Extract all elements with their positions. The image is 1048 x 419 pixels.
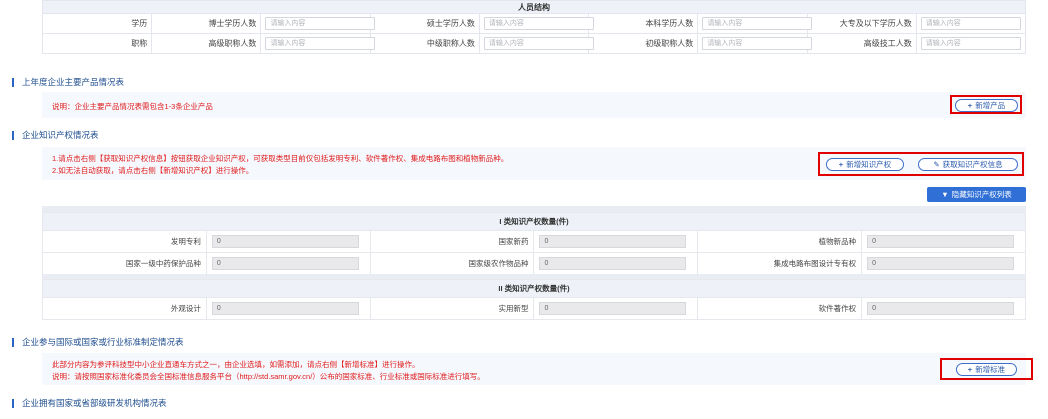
ip-note-line1: 1.请点击右侧【获取知识产权信息】按钮获取企业知识产权，可获取类型目前仅包括发明… xyxy=(52,154,509,163)
ip-class1-table: I 类知识产权数量(件) 发明专利 0 国家新药 0 植物新品种 0 国家一级中… xyxy=(42,212,1026,275)
ip-label-design: 外观设计 xyxy=(42,297,207,320)
personnel-structure-title: 人员结构 xyxy=(42,0,1026,14)
field-label-senior-tech: 高级技工人数 xyxy=(806,33,917,54)
plant-variety-value: 0 xyxy=(867,235,1015,248)
row-label-title: 职称 xyxy=(41,33,153,54)
junior-title-input[interactable]: 请输入内容 xyxy=(702,37,813,50)
highlight-box-add-product xyxy=(950,95,1022,114)
ip-label-plant-variety: 植物新品种 xyxy=(697,230,863,253)
standards-section-title: 企业参与国际或国家或行业标准制定情况表 xyxy=(22,337,184,347)
new-drug-value: 0 xyxy=(539,235,687,248)
software-copyright-value: 0 xyxy=(867,302,1015,315)
ip-label-utility-model: 实用新型 xyxy=(369,297,535,320)
standards-note-line2: 说明：请按照国家标准化委员会全国标准信息服务平台（http://std.samr… xyxy=(52,372,485,381)
phd-count-input[interactable]: 请输入内容 xyxy=(265,17,376,30)
field-label-bachelor: 本科学历人数 xyxy=(588,13,699,34)
highlight-box-ip-buttons xyxy=(818,152,1024,176)
senior-title-input[interactable]: 请输入内容 xyxy=(265,37,376,50)
hide-ip-list-button[interactable]: ▼ 隐藏知识产权列表 xyxy=(927,187,1026,202)
ip-label-crop-variety: 国家级农作物品种 xyxy=(369,252,535,275)
hide-ip-list-label: 隐藏知识产权列表 xyxy=(951,190,1012,199)
ic-layout-value: 0 xyxy=(867,257,1015,270)
utility-model-value: 0 xyxy=(539,302,687,315)
crop-variety-value: 0 xyxy=(539,257,687,270)
ip-note-line2: 2.如无法自动获取，请点击右侧【新增知识产权】进行操作。 xyxy=(52,166,254,175)
field-label-master: 硕士学历人数 xyxy=(369,13,480,34)
field-label-phd: 博士学历人数 xyxy=(151,13,262,34)
products-note: 说明：企业主要产品情况表需包含1-3条企业产品 xyxy=(52,102,213,111)
ip-label-new-drug: 国家新药 xyxy=(369,230,535,253)
rnd-section-header: 企业拥有国家或省部级研发机构情况表 xyxy=(12,397,167,409)
filter-icon: ▼ xyxy=(941,190,949,199)
ip-section-title: 企业知识产权情况表 xyxy=(22,130,99,140)
section-marker xyxy=(12,337,14,347)
products-notice-panel: 说明：企业主要产品情况表需包含1-3条企业产品 xyxy=(42,92,1026,118)
ip-label-tcm-protection: 国家一级中药保护品种 xyxy=(42,252,207,275)
senior-tech-input[interactable]: 请输入内容 xyxy=(920,37,1021,50)
bachelor-count-input[interactable]: 请输入内容 xyxy=(702,17,813,30)
middle-title-input[interactable]: 请输入内容 xyxy=(483,37,594,50)
standards-section-header: 企业参与国际或国家或行业标准制定情况表 xyxy=(12,336,184,348)
ip-label-software-copyright: 软件著作权 xyxy=(697,297,863,320)
ip-class2-table: II 类知识产权数量(件) 外观设计 0 实用新型 0 软件著作权 0 xyxy=(42,279,1026,320)
tcm-protection-value: 0 xyxy=(211,257,359,270)
rnd-section-title: 企业拥有国家或省部级研发机构情况表 xyxy=(22,398,167,408)
field-label-college: 大专及以下学历人数 xyxy=(806,13,917,34)
section-marker xyxy=(12,77,14,87)
ip-section-header: 企业知识产权情况表 xyxy=(12,129,99,141)
field-label-middle-title: 中级职称人数 xyxy=(369,33,480,54)
products-section-header: 上年度企业主要产品情况表 xyxy=(12,76,124,88)
section-marker xyxy=(12,398,14,408)
master-count-input[interactable]: 请输入内容 xyxy=(483,17,594,30)
row-label-education: 学历 xyxy=(41,13,153,34)
ip-label-ic-layout: 集成电路布图设计专有权 xyxy=(697,252,863,275)
field-label-senior-title: 高级职称人数 xyxy=(151,33,262,54)
invention-patent-value: 0 xyxy=(211,235,359,248)
standards-note-line1: 此部分内容为参评科技型中小企业直通车方式之一，由企业选填，如需添加，请点右侧【新… xyxy=(52,360,420,369)
section-marker xyxy=(12,130,14,140)
standards-notice-panel: 此部分内容为参评科技型中小企业直通车方式之一，由企业选填，如需添加，请点右侧【新… xyxy=(42,353,1026,385)
ip-label-invention-patent: 发明专利 xyxy=(42,230,207,253)
ip-class2-title: II 类知识产权数量(件) xyxy=(42,279,1026,298)
field-label-junior-title: 初级职称人数 xyxy=(588,33,699,54)
highlight-box-add-standard xyxy=(940,358,1033,380)
personnel-structure-table: 人员结构 学历 博士学历人数 请输入内容 硕士学历人数 请输入内容 本科学历人数… xyxy=(41,0,1027,54)
products-section-title: 上年度企业主要产品情况表 xyxy=(22,77,125,87)
ip-class1-title: I 类知识产权数量(件) xyxy=(42,212,1026,231)
design-value: 0 xyxy=(211,302,359,315)
college-count-input[interactable]: 请输入内容 xyxy=(920,17,1021,30)
